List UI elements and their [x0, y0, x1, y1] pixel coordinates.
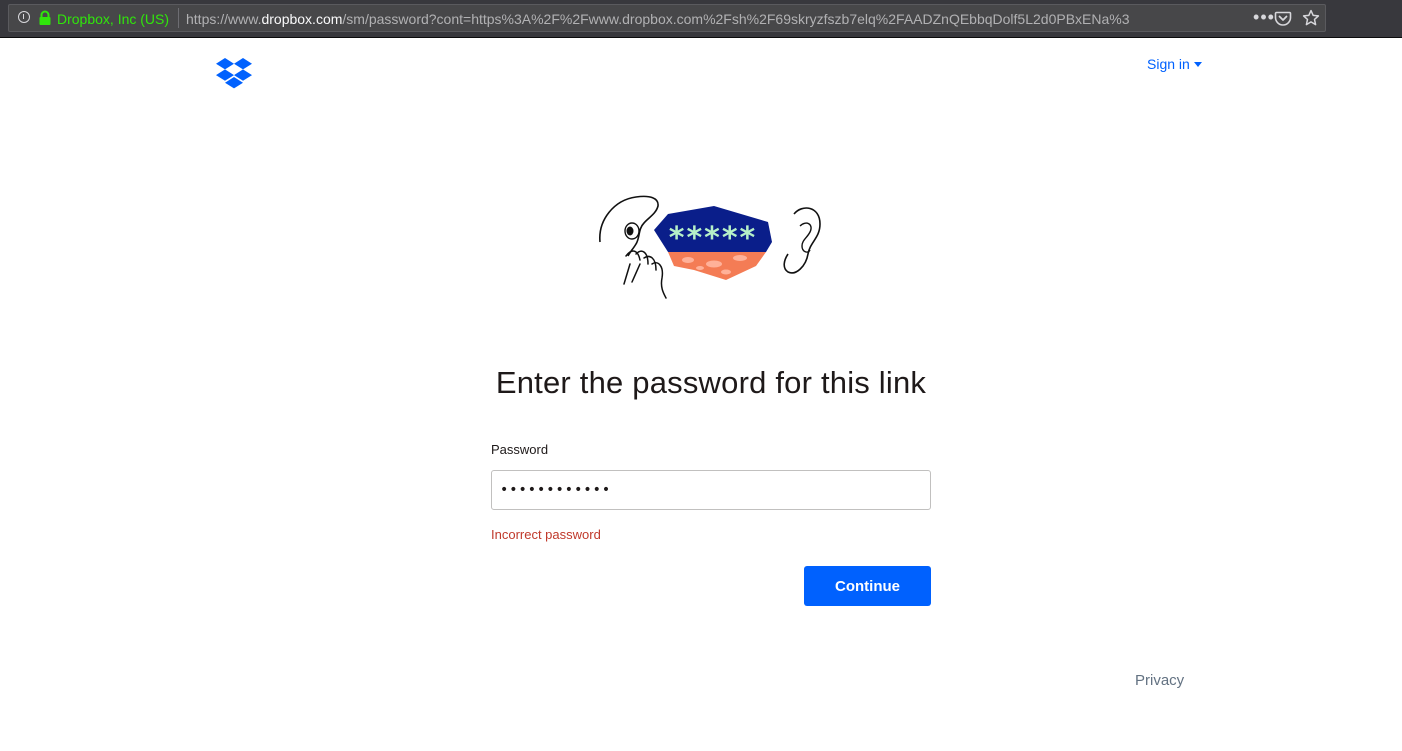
password-label: Password	[491, 442, 549, 457]
page-actions-button[interactable]: •••	[1253, 8, 1275, 28]
continue-button[interactable]: Continue	[804, 566, 931, 606]
url-separator	[178, 8, 179, 28]
sign-in-menu[interactable]: Sign in	[1147, 56, 1202, 72]
url-prefix: https://www.	[186, 11, 262, 27]
privacy-link[interactable]: Privacy	[1135, 672, 1184, 689]
pupil	[626, 226, 634, 236]
url-path: /sm/password?cont=https%3A%2F%2Fwww.drop…	[342, 11, 1130, 27]
star-icon[interactable]	[1302, 9, 1320, 27]
url-bar[interactable]: Dropbox, Inc (US) https://www.dropbox.co…	[8, 4, 1326, 32]
head-outline	[599, 195, 659, 257]
sign-in-label: Sign in	[1147, 56, 1190, 72]
error-message: Incorrect password	[491, 527, 601, 542]
caret-down-icon	[1193, 62, 1202, 67]
hand	[623, 250, 667, 299]
url-text[interactable]: https://www.dropbox.com/sm/password?cont…	[186, 10, 1226, 28]
url-fade	[1159, 5, 1239, 31]
site-identity[interactable]: Dropbox, Inc (US)	[57, 10, 169, 28]
info-icon[interactable]	[18, 11, 30, 23]
password-input[interactable]	[491, 470, 931, 510]
dropbox-logo-icon[interactable]	[216, 58, 252, 90]
pocket-icon[interactable]	[1274, 9, 1292, 27]
masked-password-text: *****	[669, 221, 757, 256]
lock-icon[interactable]	[38, 10, 52, 26]
ear	[783, 207, 821, 274]
page-title: Enter the password for this link	[495, 365, 927, 400]
url-domain: dropbox.com	[261, 11, 343, 27]
browser-toolbar: Dropbox, Inc (US) https://www.dropbox.co…	[0, 0, 1402, 38]
whisper-illustration: *****	[599, 195, 821, 299]
